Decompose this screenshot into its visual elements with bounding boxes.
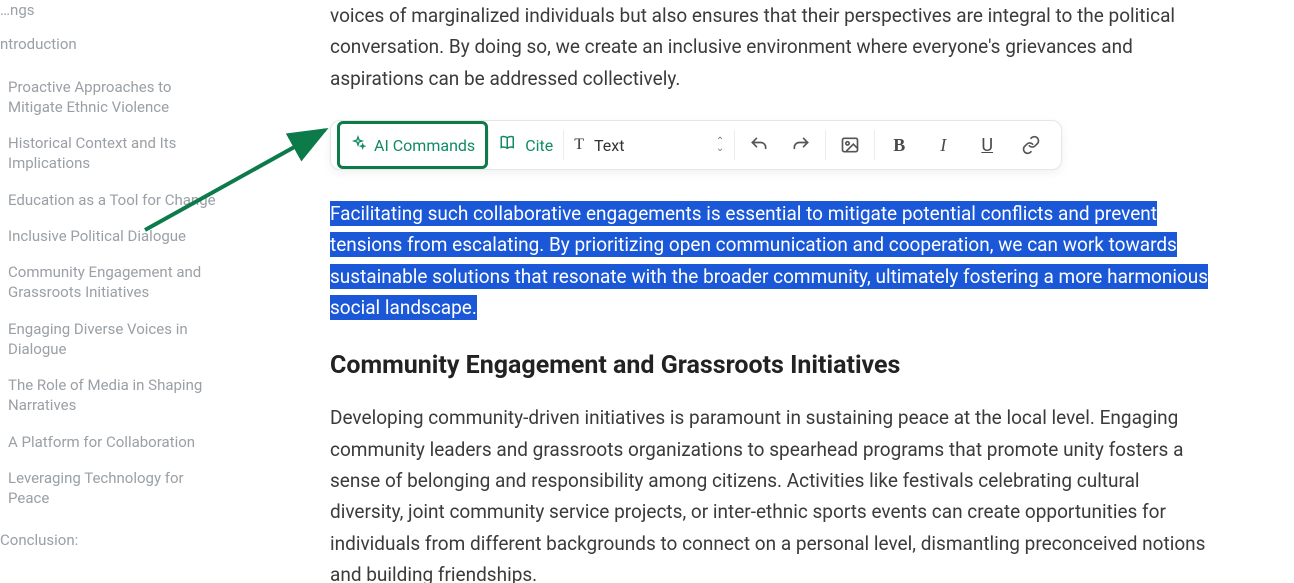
- floating-toolbar: AI Commands Cite T Text ⌃: [330, 120, 1062, 170]
- selected-paragraph[interactable]: Facilitating such collaborative engageme…: [330, 198, 1214, 323]
- block-type-select[interactable]: T Text ⌃⌄: [564, 121, 734, 169]
- heading-community[interactable]: Community Engagement and Grassroots Init…: [330, 351, 1214, 380]
- paragraph-community[interactable]: Developing community-driven initiatives …: [330, 402, 1214, 583]
- sidebar-section-conclusion[interactable]: Conclusion:: [0, 530, 228, 550]
- redo-button[interactable]: [787, 131, 815, 159]
- selected-text: Facilitating such collaborative engageme…: [330, 201, 1208, 320]
- cite-button[interactable]: Cite: [489, 121, 563, 169]
- block-type-label: Text: [594, 136, 624, 155]
- italic-button[interactable]: I: [929, 131, 957, 159]
- type-icon: T: [574, 136, 584, 154]
- cite-label: Cite: [525, 136, 553, 155]
- bold-button[interactable]: B: [885, 131, 913, 159]
- image-button[interactable]: [836, 131, 864, 159]
- undo-button[interactable]: [745, 131, 773, 159]
- underline-button[interactable]: U: [973, 131, 1001, 159]
- ai-commands-label: AI Commands: [374, 136, 475, 155]
- link-button[interactable]: [1017, 131, 1045, 159]
- sidebar-item-community[interactable]: Community Engagement and Grassroots Init…: [0, 254, 228, 311]
- paragraph-partial-intro[interactable]: voices of marginalized individuals but a…: [330, 0, 1214, 94]
- sidebar-item-education[interactable]: Education as a Tool for Change: [0, 182, 228, 218]
- sidebar-item-proactive[interactable]: Proactive Approaches to Mitigate Ethnic …: [0, 69, 228, 126]
- sidebar-item-technology[interactable]: Leveraging Technology for Peace: [0, 460, 228, 517]
- sidebar-item-platform[interactable]: A Platform for Collaboration: [0, 424, 228, 460]
- chevron-updown-icon: ⌃⌄: [716, 138, 724, 152]
- sidebar-item-partial[interactable]: …ngs: [0, 0, 228, 20]
- sidebar-item-inclusive[interactable]: Inclusive Political Dialogue: [0, 218, 228, 254]
- sidebar-item-diverse-voices[interactable]: Engaging Diverse Voices in Dialogue: [0, 311, 228, 368]
- ai-commands-button[interactable]: AI Commands: [337, 121, 488, 169]
- sidebar-item-historical[interactable]: Historical Context and Its Implications: [0, 125, 228, 182]
- outline-sidebar: …ngs ntroduction Proactive Approaches to…: [0, 0, 240, 583]
- sidebar-section-introduction[interactable]: ntroduction: [0, 34, 228, 54]
- sidebar-item-media[interactable]: The Role of Media in Shaping Narratives: [0, 367, 228, 424]
- document-editor[interactable]: voices of marginalized individuals but a…: [240, 0, 1294, 583]
- book-icon: [499, 134, 517, 156]
- sparkle-icon: [350, 135, 366, 155]
